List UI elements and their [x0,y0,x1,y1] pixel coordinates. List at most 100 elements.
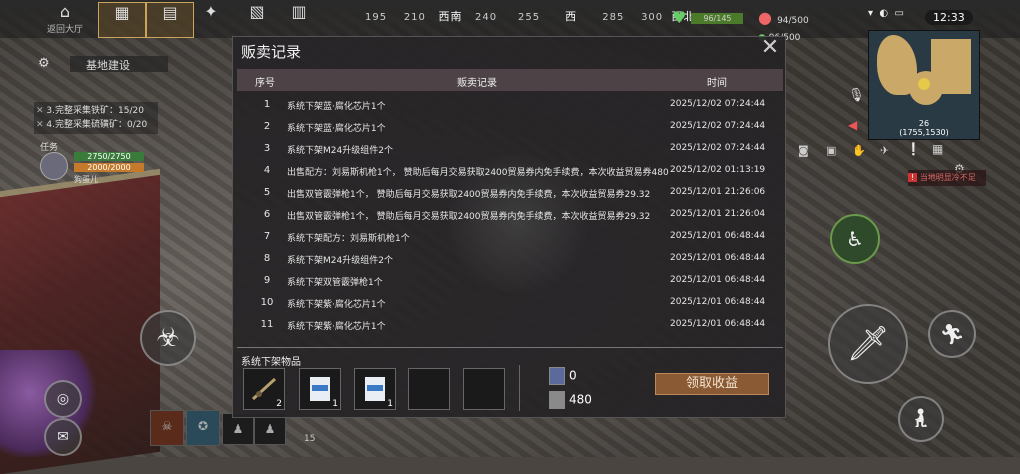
task-item: ✕ 4.完整采集硫磺矿：0/20 [36,118,156,132]
table-row: 2 系统下架蓝·腐化芯片1个 2025/12/02 07:24:44 [237,115,783,137]
lobby-button[interactable]: ⌂ 返回大厅 [42,2,88,36]
biohazard-button[interactable]: ☣ [140,310,196,366]
close-icon: ✕ [760,35,780,60]
task-text: 3.完整采集铁矿：15/20 [46,106,144,116]
compass-dir: 西 [565,10,578,23]
base-build-label: 基地建设 [86,59,130,72]
row-time: 2025/12/02 07:24:44 [670,99,766,109]
row-record: 出售双管霰弹枪1个， 赞助后每月交易获取2400贸易券内免手续费，本次收益贸易券… [287,212,651,222]
cross-icon: ✕ [36,106,44,116]
alert-icon[interactable]: ❕ [906,142,921,156]
row-record: 系统下架M24升级组件2个 [287,146,393,156]
gear-icon[interactable]: ⚙ [38,56,56,72]
header-no: 序号 [255,78,275,89]
row-record: 系统下架配方：刘易斯机枪1个 [287,234,410,244]
food-indicator: ● 94/500 [758,8,809,27]
hp-bar: 2750/2750 [74,152,144,161]
task-list[interactable]: ✕ 3.完整采集铁矿：15/20 ✕ 4.完整采集硫磺矿：0/20 [34,102,158,134]
compass-tick: 255 [518,12,541,23]
row-record: 出售双管霰弹枪1个， 赞助后每月交易获取2400贸易券内免手续费，本次收益贸易券… [287,190,651,200]
task-label: 任务 [40,143,59,153]
task-item: ✕ 3.完整采集铁矿：15/20 [36,104,156,118]
row-record: 系统下架紫·腐化芯片1个 [287,300,386,310]
battery-icon: ▭ [894,8,904,19]
table-header: 序号 贩卖记录 时间 [237,69,783,91]
chat-button[interactable]: ✉ [44,418,82,456]
biohazard-icon: ☣ [156,323,180,353]
sit-icon: ♿︎ [846,227,864,251]
row-record: 系统下架紫·腐化芯片1个 [287,322,386,332]
avatar[interactable] [40,152,68,180]
rest-button[interactable]: ♿︎ [830,214,880,264]
base-build-button[interactable]: 基地建设 [70,56,168,72]
dialog-title: 贩卖记录 [241,43,302,61]
minimap-zone: 26 [918,119,930,128]
voucher-icon [549,391,565,409]
task-text: 4.完整采集硫磺矿：0/20 [46,120,148,130]
helmet-icon: ☠ [161,419,173,433]
minimap[interactable]: 26 (1755,1530) [868,30,980,140]
wings-button[interactable]: ✦ [188,2,234,36]
item-slot[interactable]: 1 [299,368,341,410]
row-number: 8 [263,253,271,264]
grid-icon[interactable]: ▦ [932,142,943,156]
table-row: 11 系统下架紫·腐化芯片1个 2025/12/01 06:48:44 [237,313,783,335]
plane-icon[interactable]: ✈ [880,144,889,157]
table-row: 9 系统下架双管霰弹枪1个 2025/12/01 06:48:44 [237,269,783,291]
item-slot[interactable]: 1 [354,368,396,410]
close-button[interactable]: ✕ [759,37,781,59]
currency-card-row: 0 [549,367,577,385]
item-slot-empty[interactable] [463,368,505,410]
header-time: 时间 [707,78,727,89]
bag-icon[interactable]: ▣ [826,144,836,157]
hp-value: 96/145 [691,13,744,24]
item-slot-empty[interactable] [408,368,450,410]
creature-icon: ✪ [197,419,209,433]
row-time: 2025/12/01 06:48:44 [670,231,766,241]
clock: 12:33 [925,10,973,25]
lobby-label: 返回大厅 [46,25,83,35]
sales-record-dialog: 贩卖记录 ✕ 序号 贩卖记录 时间 1 系统下架蓝·腐化芯片1个 2025/12/0… [232,36,786,418]
row-number: 6 [263,209,271,220]
item-slot[interactable]: 2 [243,368,285,410]
camera-icon[interactable]: ◙ [798,144,809,157]
quickbar-slot[interactable]: ✪ [186,410,220,446]
mic-icon[interactable]: 🎙︎ [848,88,865,103]
claim-earnings-button[interactable]: 领取收益 [655,373,769,395]
compass-tick: 210 [403,12,426,23]
compass-tick: 240 [475,12,498,23]
record-list[interactable]: 1 系统下架蓝·腐化芯片1个 2025/12/02 07:24:44 2 系统下架蓝·腐… [237,93,783,347]
quickbar-slot[interactable]: ☠ [150,410,184,446]
hand-icon[interactable]: ✋ [852,144,866,157]
jump-button[interactable]: 🏃︎ [928,310,976,358]
skill-button[interactable]: ◎ [44,380,82,418]
speaker-icon[interactable]: ◀ [848,118,857,132]
rifle-icon [251,377,277,401]
row-number: 11 [260,319,274,330]
row-number: 5 [263,187,271,198]
chart-button[interactable]: ▥ [276,2,322,36]
player-marker-icon [918,78,930,90]
shop-button[interactable]: ▦ [98,2,146,38]
currency-voucher-row: 480 [549,391,592,409]
row-number: 2 [263,121,271,132]
row-time: 2025/12/01 21:26:04 [670,209,766,219]
map-button[interactable]: ▧ [234,2,280,36]
row-time: 2025/12/01 06:48:44 [670,319,766,329]
row-record: 系统下架双管霰弹枪1个 [287,278,383,288]
table-row: 10 系统下架紫·腐化芯片1个 2025/12/01 06:48:44 [237,291,783,313]
compass-dir: 西南 [438,10,463,23]
shop-icon: ▦ [114,3,130,22]
item-qty: 1 [332,399,338,409]
food-icon: ● [758,8,772,27]
crouch-button[interactable]: 🧎︎ [898,396,944,442]
attack-button[interactable]: 🗡︎ [828,304,908,384]
book-button[interactable]: ▤ [146,2,194,38]
minimap-coords: 26 (1755,1530) [869,119,979,137]
map-icon: ▧ [249,2,265,21]
row-record: 系统下架蓝·腐化芯片1个 [287,124,386,134]
chat-icon: ✉ [57,429,69,445]
skill-icon: ◎ [56,391,70,407]
chip-blue-icon [365,377,385,401]
divider [237,347,783,348]
